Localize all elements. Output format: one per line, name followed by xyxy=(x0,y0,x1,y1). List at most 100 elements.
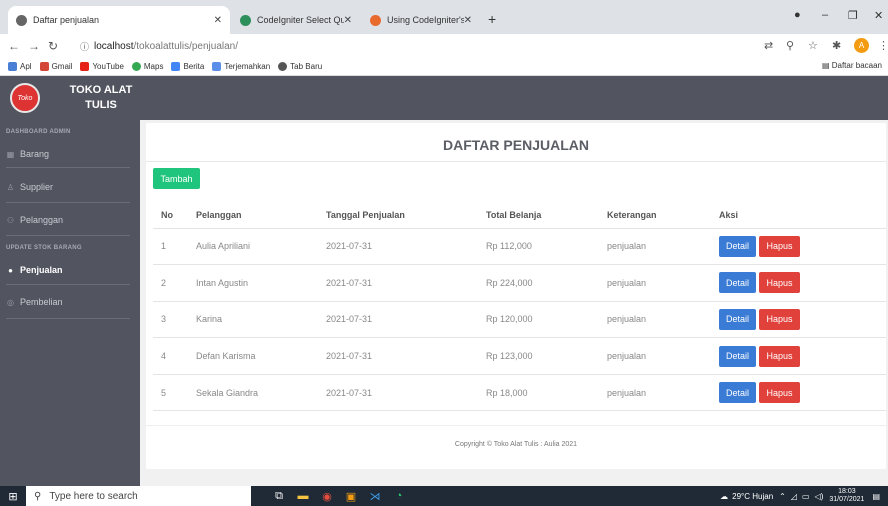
chevron-up-icon[interactable]: ⌃ xyxy=(779,492,786,501)
taskbar-search[interactable]: ⚲ Type here to search xyxy=(26,486,251,506)
bookmark-terjemahkan[interactable]: Terjemahkan xyxy=(212,62,270,71)
delete-button[interactable]: Hapus xyxy=(759,235,800,257)
file-explorer-icon[interactable]: ▬ xyxy=(291,490,315,502)
store-logo[interactable]: Toko xyxy=(10,83,40,113)
reading-list-button[interactable]: ▤ Daftar bacaan xyxy=(822,61,882,70)
bookmark-youtube[interactable]: YouTube xyxy=(80,62,124,71)
add-button[interactable]: Tambah xyxy=(153,168,200,189)
volume-icon[interactable]: ◁) xyxy=(815,492,824,501)
windows-start-button[interactable]: ⊞ xyxy=(0,486,26,506)
new-tab-button[interactable]: + xyxy=(488,11,496,27)
cell-keterangan: penjualan xyxy=(607,228,719,266)
url-field[interactable]: ⓘ localhost /tokoalattulis/penjualan/ xyxy=(80,37,750,55)
tab-codeigniter-select[interactable]: CodeIgniter Select Query - W3Ad ✕ xyxy=(232,6,360,34)
cell-no: 3 xyxy=(153,301,196,339)
delete-button[interactable]: Hapus xyxy=(759,382,800,404)
bookmark-maps[interactable]: Maps xyxy=(131,62,163,71)
apps-grid-icon xyxy=(8,62,17,71)
cell-no: 2 xyxy=(153,264,196,302)
cell-keterangan: penjualan xyxy=(607,337,719,375)
profile-avatar[interactable]: A xyxy=(854,38,869,53)
cell-no: 1 xyxy=(153,228,196,266)
whatsapp-icon[interactable]: ◔ xyxy=(387,490,411,502)
main-content: DAFTAR PENJUALAN Tambah No Pelanggan Tan… xyxy=(140,120,888,486)
sidebar-item-pelanggan[interactable]: ⚇ Pelanggan xyxy=(6,211,134,229)
close-icon[interactable]: ✕ xyxy=(344,15,352,26)
bookmark-apl[interactable]: Apl xyxy=(8,62,32,71)
divider xyxy=(6,284,130,285)
vscode-icon[interactable]: ⋊ xyxy=(363,490,387,503)
info-icon: ⓘ xyxy=(80,41,90,52)
chrome-icon[interactable]: ◉ xyxy=(315,490,339,503)
reload-icon[interactable]: ↻ xyxy=(48,39,58,53)
cell-aksi: Detail Hapus xyxy=(719,301,886,339)
cell-aksi: Detail Hapus xyxy=(719,228,886,266)
cell-total: Rp 120,000 xyxy=(486,301,607,339)
sidebar-item-penjualan[interactable]: ● Penjualan xyxy=(6,261,134,279)
network-icon[interactable]: ◿ xyxy=(791,492,797,501)
divider xyxy=(146,425,886,426)
back-arrow-icon[interactable]: ← xyxy=(8,39,20,53)
url-host: localhost xyxy=(94,40,134,52)
delete-button[interactable]: Hapus xyxy=(759,345,800,367)
notification-icon[interactable]: ▤ xyxy=(872,492,880,501)
table-header-row: No Pelanggan Tanggal Penjualan Total Bel… xyxy=(153,203,886,229)
forward-arrow-icon[interactable]: → xyxy=(28,39,40,53)
bookmarks-bar: Apl Gmail YouTube Maps Berita Terjemahka… xyxy=(0,58,888,76)
close-icon[interactable]: ✕ xyxy=(464,15,472,26)
restore-button[interactable]: ❐ xyxy=(848,9,858,22)
youtube-icon xyxy=(80,62,90,71)
column-header: Aksi xyxy=(719,203,886,229)
cell-total: Rp 224,000 xyxy=(486,264,607,302)
bookmark-gmail[interactable]: Gmail xyxy=(39,62,72,71)
column-header: No xyxy=(153,203,196,229)
tab-codeigniter-model[interactable]: Using CodeIgniter's Model — Co ✕ xyxy=(362,6,480,34)
detail-button[interactable]: Detail xyxy=(719,235,756,257)
w3-icon xyxy=(240,14,251,26)
zoom-icon[interactable]: ⚲ xyxy=(786,39,794,52)
sidebar-item-pembelian[interactable]: ◎ Pembelian xyxy=(6,293,134,311)
detail-button[interactable]: Detail xyxy=(719,308,756,330)
clock[interactable]: 18:03 31/07/2021 xyxy=(829,488,864,504)
extensions-icon[interactable]: ✱ xyxy=(832,39,841,52)
menu-icon[interactable]: ⋮ xyxy=(878,39,888,52)
globe-icon xyxy=(16,14,27,26)
cell-tanggal: 2021-07-31 xyxy=(326,301,486,339)
star-icon[interactable]: ☆ xyxy=(808,39,818,52)
content-card: DAFTAR PENJUALAN Tambah No Pelanggan Tan… xyxy=(146,123,886,469)
close-window-button[interactable]: ✕ xyxy=(874,9,883,22)
cell-aksi: Detail Hapus xyxy=(719,337,886,375)
translate-icon[interactable]: ⇄ xyxy=(764,39,773,52)
cell-no: 4 xyxy=(153,337,196,375)
sidebar-heading: UPDATE STOK BARANG xyxy=(6,245,82,251)
close-icon[interactable]: ✕ xyxy=(214,15,222,26)
bookmark-tab-baru[interactable]: Tab Baru xyxy=(278,62,322,71)
sidebar-heading: DASHBOARD ADMIN xyxy=(6,129,71,135)
bookmark-berita[interactable]: Berita xyxy=(171,62,204,71)
divider xyxy=(146,161,886,162)
users-icon: ⚇ xyxy=(6,215,15,225)
news-icon xyxy=(171,62,181,71)
cell-tanggal: 2021-07-31 xyxy=(326,228,486,266)
detail-button[interactable]: Detail xyxy=(719,272,756,294)
delete-button[interactable]: Hapus xyxy=(759,272,800,294)
battery-icon[interactable]: ▭ xyxy=(802,492,810,501)
record-icon[interactable]: ● xyxy=(794,9,801,21)
minimize-button[interactable]: – xyxy=(822,9,828,21)
weather-text[interactable]: 29°C Hujan xyxy=(732,492,773,501)
xampp-icon[interactable]: ▣ xyxy=(339,490,363,503)
divider xyxy=(6,318,130,319)
sidebar-item-supplier[interactable]: ♙ Supplier xyxy=(6,178,134,196)
detail-button[interactable]: Detail xyxy=(719,345,756,367)
sales-table: No Pelanggan Tanggal Penjualan Total Bel… xyxy=(153,203,886,412)
cell-aksi: Detail Hapus xyxy=(719,374,886,412)
url-path: /tokoalattulis/penjualan/ xyxy=(133,40,239,52)
weather-icon: ☁ xyxy=(720,491,729,501)
sidebar-item-barang[interactable]: ▦ Barang xyxy=(6,145,134,163)
task-view-icon[interactable]: ⧉ xyxy=(267,490,291,503)
gmail-icon xyxy=(39,62,49,71)
tab-daftar-penjualan[interactable]: Daftar penjualan ✕ xyxy=(8,6,230,34)
divider xyxy=(6,167,130,168)
detail-button[interactable]: Detail xyxy=(719,382,756,404)
delete-button[interactable]: Hapus xyxy=(759,308,800,330)
